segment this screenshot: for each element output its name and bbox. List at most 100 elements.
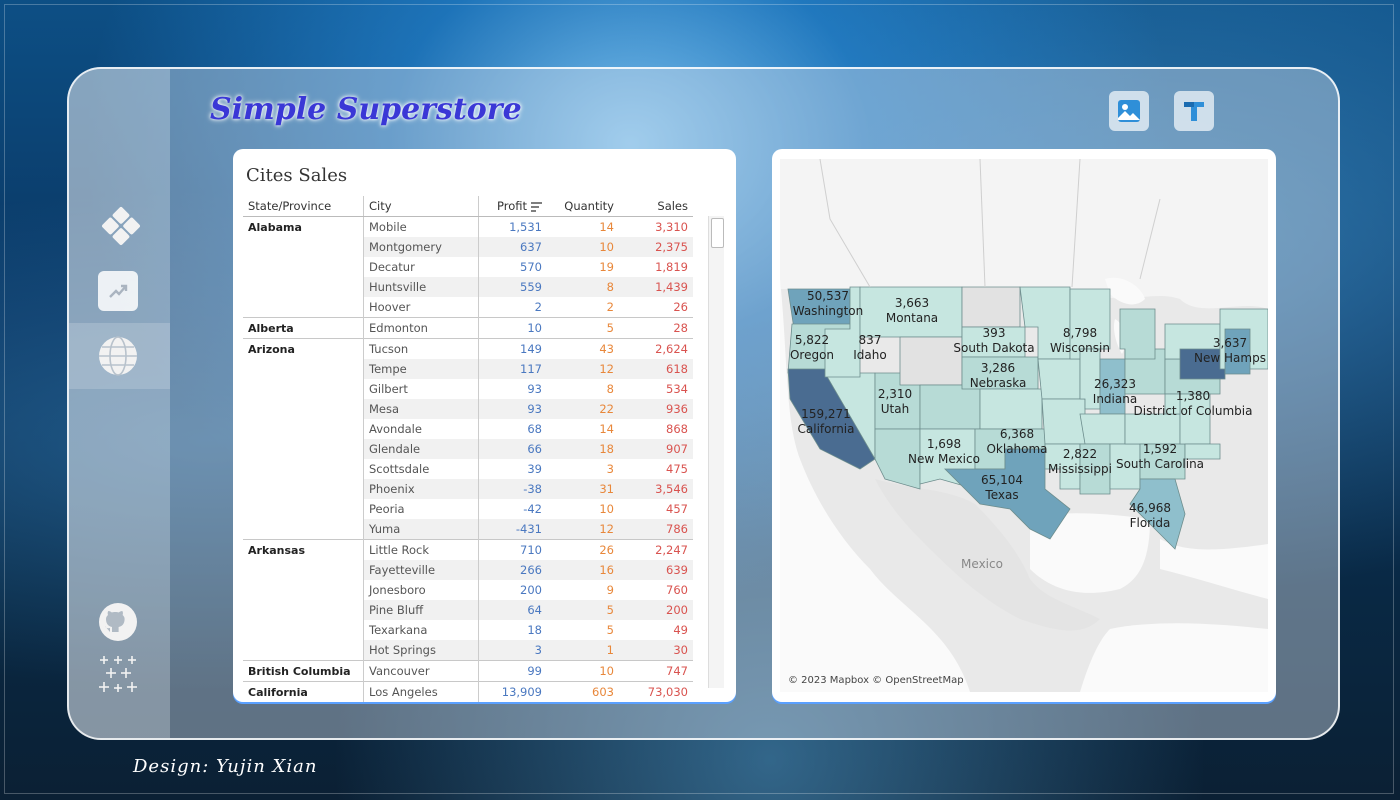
table-row[interactable]: Decatur 570 19 1,819 (243, 257, 693, 277)
table-row[interactable]: Texarkana 18 5 49 (243, 620, 693, 640)
trend-chart-icon (109, 284, 128, 298)
cell-sales: 639 (619, 560, 693, 580)
table-row[interactable]: Avondale 68 14 868 (243, 419, 693, 439)
cell-qty: 26 (547, 539, 619, 560)
table-row[interactable]: Arizona Tucson 149 43 2,624 (243, 338, 693, 359)
map-label-state: 2,310 Utah (878, 387, 912, 417)
map-label-value: 1,592 (1142, 442, 1178, 456)
table-row[interactable]: Hoover 2 2 26 (243, 297, 693, 318)
cell-state (243, 237, 364, 257)
table-row[interactable]: Fayetteville 266 16 639 (243, 560, 693, 580)
table-row[interactable]: British Columbia Vancouver 99 10 747 (243, 660, 693, 682)
map-label-state: 837 Idaho (853, 333, 886, 363)
tableau-button[interactable] (1174, 91, 1214, 131)
cell-profit: 1,531 (478, 216, 547, 237)
cell-city: Mobile (363, 216, 479, 237)
table-row[interactable]: Alberta Edmonton 10 5 28 (243, 317, 693, 339)
map-label-value: 1,698 (926, 437, 962, 451)
city-sales-table: State/Province City Profit Quantity Sale… (243, 196, 693, 702)
map-label-name: Idaho (853, 348, 887, 362)
scrollbar-thumb[interactable] (711, 218, 724, 248)
map-label-value: 393 (982, 326, 1006, 340)
table-row[interactable]: Glendale 66 18 907 (243, 439, 693, 459)
cell-qty: 8 (547, 277, 619, 297)
cell-profit: 99 (478, 660, 547, 682)
header-profit-label: Profit (497, 199, 527, 213)
map-label-value: 3,663 (894, 296, 930, 310)
table-row[interactable]: Montgomery 637 10 2,375 (243, 237, 693, 257)
cell-state (243, 459, 364, 479)
table-row[interactable]: Yuma -431 12 786 (243, 519, 693, 540)
cell-profit: 93 (478, 399, 547, 419)
table-row[interactable]: Mesa 93 22 936 (243, 399, 693, 419)
cell-state (243, 600, 364, 620)
header-city[interactable]: City (363, 196, 479, 217)
cell-sales: 457 (666, 502, 688, 516)
table-row[interactable]: Tempe 117 12 618 (243, 359, 693, 379)
table-row[interactable]: Phoenix -38 31 3,546 (243, 479, 693, 499)
cell-city: Decatur (363, 257, 479, 277)
sort-icon[interactable] (531, 201, 542, 212)
cell-qty: 603 (547, 681, 619, 702)
sales-map[interactable]: 50,537 Washington 3,663 Montana 5,822 Oregon 8… (780, 159, 1268, 692)
cell-state: Arizona (243, 338, 364, 359)
table-row[interactable]: Gilbert 93 8 534 (243, 379, 693, 399)
table-row[interactable]: Alabama Mobile 1,531 14 3,310 (243, 216, 693, 237)
table-row[interactable]: Peoria -42 10 457 (243, 499, 693, 519)
cell-qty: 16 (547, 560, 619, 580)
cell-sales: 786 (619, 519, 693, 540)
table-row[interactable]: Jonesboro 200 9 760 (243, 580, 693, 600)
header-state[interactable]: State/Province (243, 196, 364, 217)
cell-sales: 73,030 (619, 681, 693, 702)
design-credit: Design: Yujin Xian (133, 756, 318, 777)
header-sales[interactable]: Sales (619, 196, 693, 217)
header-profit[interactable]: Profit (478, 196, 547, 217)
cell-qty: 10 (547, 237, 619, 257)
cell-profit: 637 (478, 237, 547, 257)
cell-sales: 534 (666, 382, 688, 396)
cell-qty: 12 (547, 359, 619, 379)
sidebar-item-overview[interactable] (95, 200, 147, 252)
cell-city: Phoenix (363, 479, 479, 499)
sidebar-item-trends[interactable] (98, 271, 138, 311)
cell-qty: 43 (547, 338, 619, 359)
cell-state: Alberta (243, 317, 364, 339)
table-row[interactable]: Arkansas Little Rock 710 26 2,247 (243, 539, 693, 560)
map-label-value: 1,380 (1175, 389, 1211, 403)
cell-qty: 2 (606, 300, 614, 314)
cell-city: Jonesboro (363, 580, 479, 600)
cell-profit: 266 (478, 560, 547, 580)
cell-sales: 1,819 (655, 260, 688, 274)
github-icon (99, 603, 137, 641)
table-row[interactable]: Pine Bluff 64 5 200 (243, 600, 693, 620)
table-row[interactable]: Scottsdale 39 3 475 (243, 459, 693, 479)
cell-profit: 13,909 (478, 681, 547, 702)
map-label-name: Oklahoma (986, 442, 1048, 456)
image-button[interactable] (1109, 91, 1149, 131)
cell-sales: 475 (666, 462, 688, 476)
table-row[interactable]: California Los Angeles 13,909 603 73,030 (243, 681, 693, 702)
map-label-value: 159,271 (801, 407, 851, 421)
cell-city: Yuma (363, 519, 479, 540)
map-label-name: Utah (880, 402, 910, 416)
cell-profit: 570 (478, 257, 547, 277)
cell-sales: 907 (619, 439, 693, 459)
map-label-value: 3,286 (980, 361, 1016, 375)
table-row[interactable]: Hot Springs 3 1 30 (243, 640, 693, 661)
cell-city: Tempe (363, 359, 479, 379)
cell-profit: 64 (478, 600, 547, 620)
table-body: Alabama Mobile 1,531 14 3,310 Montgomery 637 10… (243, 216, 693, 702)
table-scrollbar[interactable] (708, 216, 724, 688)
table-row[interactable]: Huntsville 559 8 1,439 (243, 277, 693, 297)
map-label-state: 2,822 Mississippi (1048, 447, 1112, 477)
sidebar-item-map[interactable] (96, 334, 140, 378)
cell-state (243, 620, 364, 640)
sidebar-item-github[interactable] (97, 601, 139, 643)
cell-sales: 26 (673, 300, 688, 314)
cell-profit: -42 (478, 499, 547, 519)
header-quantity[interactable]: Quantity (547, 196, 619, 217)
cell-profit: 10 (478, 317, 547, 339)
map-label-state: 46,968 Florida (1129, 501, 1171, 531)
sidebar-item-sparkle[interactable] (98, 655, 138, 695)
map-label-value: 50,537 (807, 289, 849, 303)
